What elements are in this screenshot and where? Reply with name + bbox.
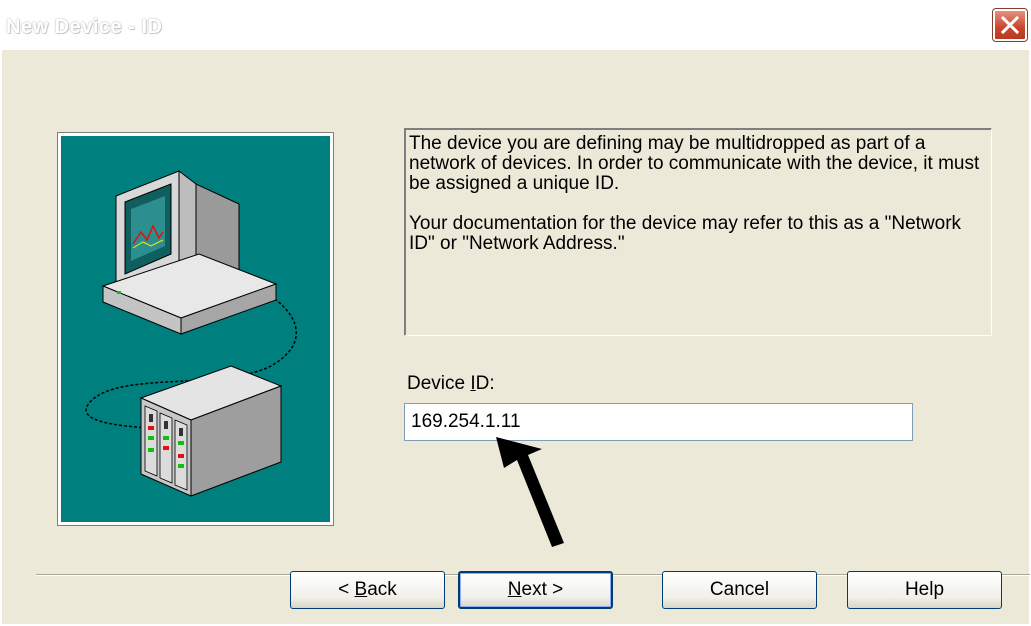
back-button-mnemonic: B [354, 579, 368, 600]
next-button-mnemonic: N [507, 579, 522, 600]
device-id-label-pre: Device [407, 373, 471, 394]
close-button[interactable] [992, 8, 1028, 42]
device-id-input[interactable] [404, 403, 913, 441]
next-button-post: ext > [521, 579, 564, 600]
description-paragraph-1: The device you are defining may be multi… [409, 133, 980, 194]
back-button-pre: < [338, 579, 355, 600]
dialog-body: The device you are defining may be multi… [2, 50, 1030, 624]
close-icon [1001, 16, 1019, 34]
back-button-post: ack [367, 579, 397, 600]
back-button[interactable]: < Back [290, 571, 445, 609]
wizard-illustration-panel [57, 132, 334, 526]
device-id-label: Device ID: [407, 373, 495, 395]
help-button[interactable]: Help [847, 571, 1002, 609]
description-paragraph-2: Your documentation for the device may re… [409, 213, 962, 254]
title-bar: New Device - ID [0, 0, 1031, 50]
cancel-button[interactable]: Cancel [662, 571, 817, 609]
window-title: New Device - ID [6, 16, 163, 38]
next-button[interactable]: Next > [458, 571, 613, 609]
device-id-label-post: D: [475, 373, 495, 394]
annotation-arrow [496, 437, 564, 547]
description-box: The device you are defining may be multi… [404, 128, 992, 336]
computer-network-illustration [85, 169, 297, 497]
